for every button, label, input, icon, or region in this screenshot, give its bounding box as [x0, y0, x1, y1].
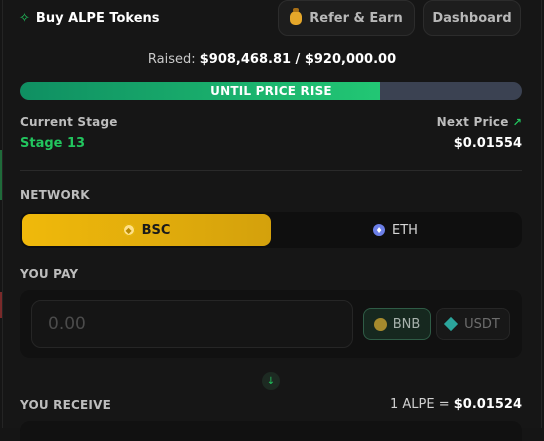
raised-label: Raised: [147, 52, 196, 67]
you-pay-label: YOU PAY [20, 267, 79, 281]
edge-green-mark [0, 150, 2, 200]
network-label: NETWORK [20, 188, 90, 202]
next-price-label: Next Price [436, 115, 509, 129]
token-usdt-button[interactable]: USDT [436, 308, 510, 340]
current-stage-value: Stage 13 [20, 136, 86, 151]
panel-title-text: Buy ALPE Tokens [35, 10, 160, 26]
rate-value: $0.01524 [453, 397, 522, 412]
refer-earn-button[interactable]: Refer & Earn [278, 0, 415, 36]
refer-earn-label: Refer & Earn [309, 10, 403, 26]
progress-bar: UNTIL PRICE RISE [20, 82, 522, 100]
current-stage-label: Current Stage [20, 115, 118, 129]
money-bag-icon [290, 8, 303, 25]
network-eth-button[interactable]: ♦ ETH [271, 214, 520, 246]
panel-title: ✧ Buy ALPE Tokens [19, 8, 160, 28]
bnb-coin-icon: ◆ [122, 224, 135, 236]
token-bnb-label: BNB [392, 316, 421, 332]
network-eth-label: ETH [392, 222, 418, 238]
rate-prefix: 1 ALPE = [389, 397, 450, 412]
you-receive-label: YOU RECEIVE [20, 398, 111, 412]
bnb-token-icon [373, 317, 387, 331]
network-selector: ◆ BSC ♦ ETH [20, 212, 522, 248]
token-usdt-label: USDT [464, 316, 500, 332]
usdt-diamond-icon [444, 316, 459, 332]
network-bsc-label: BSC [141, 222, 171, 238]
network-bsc-button[interactable]: ◆ BSC [22, 214, 271, 246]
next-price-value: $0.01554 [453, 136, 522, 151]
pay-amount-input[interactable] [31, 300, 353, 348]
arrow-down-icon[interactable]: ↓ [262, 372, 280, 390]
progress-text: UNTIL PRICE RISE [210, 84, 332, 98]
dashboard-label: Dashboard [432, 10, 512, 26]
exchange-rate: 1 ALPE = $0.01524 [390, 397, 522, 412]
eth-coin-icon: ♦ [373, 224, 386, 236]
sparkle-icon: ✧ [19, 10, 30, 26]
receive-container [20, 421, 522, 441]
dashboard-button[interactable]: Dashboard [423, 0, 521, 36]
raised-amount: Raised: $908,468.81 / $920,000.00 [0, 52, 544, 67]
raised-value: $908,468.81 / $920,000.00 [199, 52, 397, 67]
token-bnb-button[interactable]: BNB [363, 308, 431, 340]
divider [20, 170, 522, 171]
next-price-header: Next Price ↗ [437, 115, 522, 129]
trend-up-icon: ↗ [512, 115, 522, 129]
edge-red-mark [0, 292, 2, 318]
